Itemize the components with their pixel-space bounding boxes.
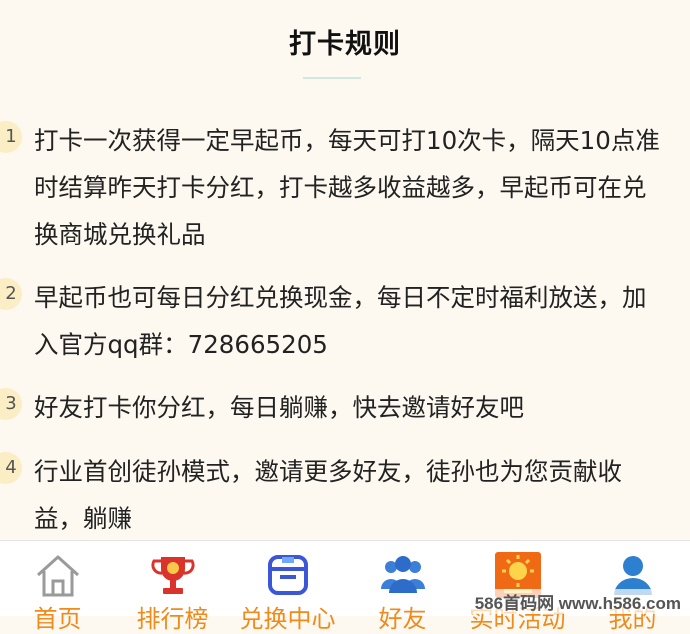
rule-text: 好友打卡你分红，每日躺赚，快去邀请好友吧 (34, 393, 524, 422)
tab-label: 首页 (33, 605, 82, 633)
title-divider (303, 77, 361, 79)
rule-number-badge: 3 (0, 388, 22, 420)
rule-number-badge: 4 (0, 452, 22, 484)
tab-exchange[interactable]: 兑换中心 (230, 541, 345, 633)
tab-ranking[interactable]: 排行榜 (115, 541, 230, 633)
rule-number-badge: 1 (0, 121, 22, 153)
rule-number-badge: 2 (0, 278, 22, 310)
tab-friends[interactable]: 好友 (345, 541, 460, 633)
tab-home[interactable]: 首页 (0, 541, 115, 633)
watermark: 586首码网 www.h586.com (471, 589, 684, 614)
tab-label: 排行榜 (136, 605, 209, 633)
trophy-icon (150, 557, 195, 594)
rule-text: 打卡一次获得一定早起币，每天可打10次卡，隔天10点准时结算昨天打卡分红，打卡越… (34, 126, 660, 249)
home-icon (36, 555, 79, 597)
tab-label: 好友 (378, 605, 427, 633)
shop-icon (267, 555, 308, 595)
tab-label: 兑换中心 (239, 605, 336, 633)
rule-text: 行业首创徒孙模式，邀请更多好友，徒孙也为您贡献收益，躺赚 (34, 457, 622, 533)
page-title: 打卡规则 (289, 29, 401, 60)
friends-icon (380, 556, 425, 593)
rule-text: 早起币也可每日分红兑换现金，每日不定时福利放送，加入官方qq群：72866520… (34, 283, 647, 359)
